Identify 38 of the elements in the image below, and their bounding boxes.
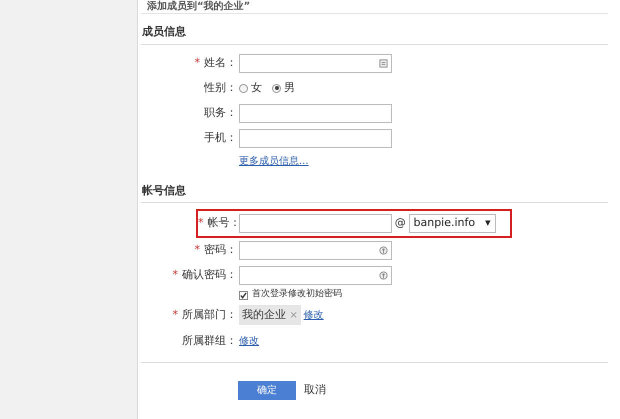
more-info-link[interactable]: 更多成员信息... <box>239 154 309 169</box>
radio-option[interactable]: 男 <box>272 80 295 96</box>
required-mark: * <box>172 308 178 321</box>
contact-card-icon[interactable] <box>379 58 388 68</box>
page-title: 添加成员到“我的企业” <box>141 0 608 14</box>
field-label: 所属群组： <box>182 334 237 347</box>
field-label: 帐号： <box>208 216 240 230</box>
input-field[interactable] <box>239 104 392 122</box>
required-mark: * <box>172 268 178 282</box>
field-label: 性别： <box>204 80 237 94</box>
edit-link[interactable]: 修改 <box>239 334 259 348</box>
field-label: 职务： <box>204 106 237 119</box>
edit-link[interactable]: 修改 <box>304 308 324 322</box>
field-label: 确认密码： <box>182 268 237 282</box>
radio-option[interactable]: 女 <box>239 80 262 96</box>
input-field[interactable] <box>239 214 392 233</box>
required-mark: * <box>198 216 204 230</box>
at-sign: @ <box>394 215 406 232</box>
key-icon[interactable] <box>379 271 388 280</box>
checkbox-label: 首次登录修改初始密码 <box>252 288 342 302</box>
submit-button[interactable]: 确定 <box>238 381 296 400</box>
required-mark: * <box>194 243 200 256</box>
field-label: 姓名： <box>204 56 237 69</box>
section-heading: 帐号信息 <box>141 172 608 203</box>
key-icon[interactable] <box>379 246 388 255</box>
required-mark: * <box>194 56 200 69</box>
input-field[interactable] <box>239 266 392 285</box>
cancel-link[interactable]: 取消 <box>304 382 326 399</box>
checkbox[interactable] <box>239 290 248 300</box>
section-heading: 成员信息 <box>141 14 608 44</box>
input-field[interactable] <box>239 128 392 148</box>
input-field[interactable] <box>239 241 392 260</box>
field-label: 密码： <box>204 243 237 256</box>
field-label: 所属部门： <box>182 308 237 321</box>
field-label: 手机： <box>204 130 237 144</box>
input-field[interactable] <box>239 54 392 72</box>
department-tag: 我的企业 × <box>239 304 301 326</box>
domain-text: banpie.info <box>414 215 476 232</box>
